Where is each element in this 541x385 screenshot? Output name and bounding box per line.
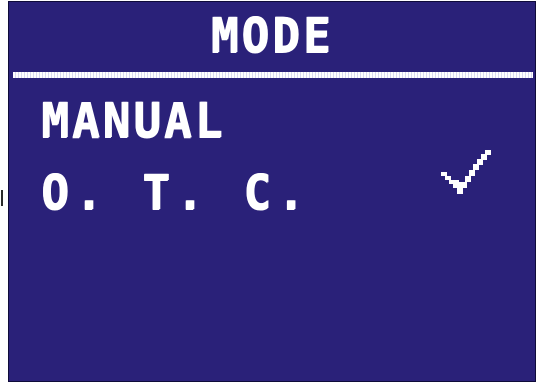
menu-item-otc[interactable]: O. T. C. (41, 168, 311, 216)
title-divider (13, 72, 533, 78)
menu-item-manual[interactable]: MANUAL (41, 96, 225, 144)
checkmark-icon (441, 150, 491, 194)
lcd-screen: MODE MANUAL O. T. C. (8, 1, 536, 382)
screen-title: MODE (210, 6, 334, 64)
edge-marker (1, 190, 3, 206)
display-frame: MODE MANUAL O. T. C. (0, 0, 541, 385)
